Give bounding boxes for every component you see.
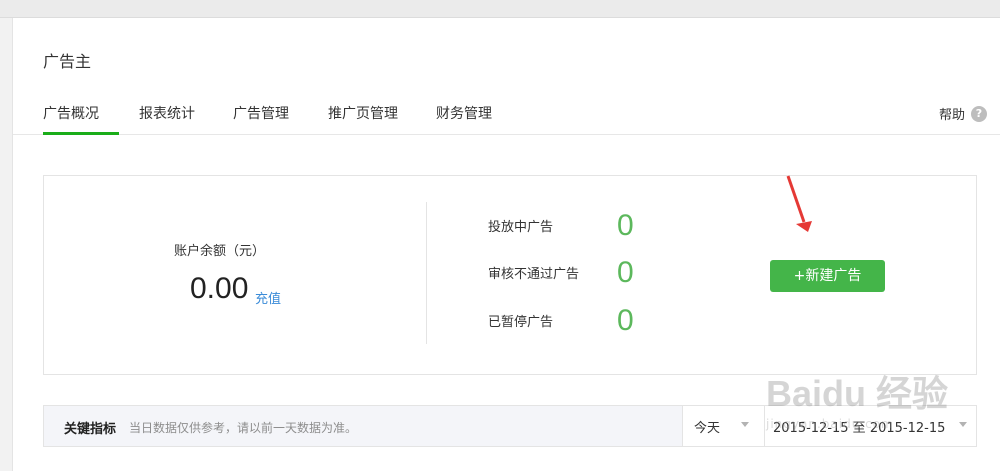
balance-label: 账户余额（元） (174, 244, 266, 259)
tab-label: 广告概况 (43, 106, 99, 122)
watermark-text: Baidu 经验 (766, 373, 949, 414)
stat-label-rejected-ads: 审核不通过广告 (488, 267, 580, 282)
recharge-link[interactable]: 充值 (255, 288, 281, 307)
day-select[interactable]: 今天 (682, 406, 764, 446)
chevron-down-icon (741, 422, 749, 427)
tab-overview[interactable]: 广告概况 (43, 103, 119, 135)
tab-landing-page-management[interactable]: 推广页管理 (328, 103, 398, 135)
watermark-sub: jingyan.baidu.com (766, 417, 894, 431)
stat-value-active-ads: 0 (617, 209, 634, 242)
question-circle-icon: ? (971, 105, 987, 122)
baidu-watermark: Baidu 经验 jingyan.baidu.com (766, 365, 948, 431)
stat-value-paused-ads: 0 (617, 304, 634, 337)
stat-value-rejected-ads: 0 (617, 256, 634, 289)
divider (426, 202, 427, 344)
help-link[interactable]: 帮助 ? (939, 104, 987, 123)
overview-card: 账户余额（元） 0.00 充值 投放中广告 0 审核不通过广告 0 已暂停广告 … (43, 175, 977, 375)
tab-ad-management[interactable]: 广告管理 (233, 103, 289, 135)
tab-reports[interactable]: 报表统计 (139, 103, 195, 135)
tab-finance-management[interactable]: 财务管理 (436, 103, 492, 135)
metrics-note: 当日数据仅供参考，请以前一天数据为准。 (129, 421, 358, 435)
tab-bar: 广告概况 报表统计 广告管理 推广页管理 财务管理 帮助 ? (13, 98, 1000, 135)
metrics-title: 关键指标 (64, 422, 117, 437)
day-select-value: 今天 (694, 421, 721, 436)
red-arrow-annotation (786, 175, 812, 232)
stat-label-active-ads: 投放中广告 (488, 220, 554, 235)
chevron-down-icon (959, 422, 967, 427)
stat-label-paused-ads: 已暂停广告 (488, 315, 554, 330)
balance-amount: 0.00 (190, 272, 249, 305)
new-ad-button[interactable]: +新建广告 (770, 260, 885, 292)
top-bar (0, 0, 1000, 18)
page-title: 广告主 (43, 52, 92, 71)
help-label: 帮助 (938, 108, 965, 123)
